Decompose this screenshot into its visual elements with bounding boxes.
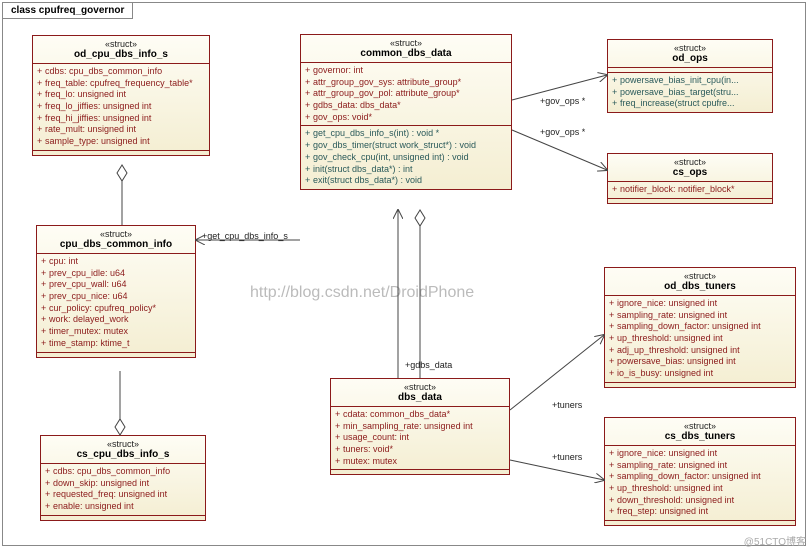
class-header: «struct» od_ops [608,40,772,68]
edge-label-tuners-2: +tuners [552,452,582,462]
edge-label-gdbs-data: +gdbs_data [405,360,452,370]
edge-label-tuners-1: +tuners [552,400,582,410]
class-cs-cpu-dbs-info-s: «struct» cs_cpu_dbs_info_s +cdbs: cpu_db… [40,435,206,521]
edge-label-gov-ops-2: +gov_ops * [540,127,585,137]
frame-title: class cpufreq_governor [3,3,133,19]
method-section: +powersave_bias_init_cpu(in... +powersav… [608,73,772,112]
edge-label-gov-ops-1: +gov_ops * [540,96,585,106]
attr-section: +cdata: common_dbs_data* +min_sampling_r… [331,407,509,470]
class-header: «struct» cs_ops [608,154,772,182]
attr-section: +ignore_nice: unsigned int +sampling_rat… [605,296,795,383]
class-od-cpu-dbs-info-s: «struct» od_cpu_dbs_info_s +cdbs: cpu_db… [32,35,210,156]
class-od-dbs-tuners: «struct» od_dbs_tuners +ignore_nice: uns… [604,267,796,388]
edge-label-get-cpu-dbs-info-s: +get_cpu_dbs_info_s [202,231,288,241]
class-header: «struct» dbs_data [331,379,509,407]
class-header: «struct» common_dbs_data [301,35,511,63]
class-cpu-dbs-common-info: «struct» cpu_dbs_common_info +cpu: int +… [36,225,196,358]
method-section: +get_cpu_dbs_info_s(int) : void * +gov_d… [301,126,511,188]
class-od-ops: «struct» od_ops +powersave_bias_init_cpu… [607,39,773,113]
attr-section: +cdbs: cpu_dbs_common_info +freq_table: … [33,64,209,151]
attr-section: +notifier_block: notifier_block* [608,182,772,199]
class-header: «struct» od_dbs_tuners [605,268,795,296]
attr-section: +cpu: int +prev_cpu_idle: u64 +prev_cpu_… [37,254,195,353]
attr-section: +governor: int +attr_group_gov_sys: attr… [301,63,511,126]
class-dbs-data: «struct» dbs_data +cdata: common_dbs_dat… [330,378,510,475]
class-cs-dbs-tuners: «struct» cs_dbs_tuners +ignore_nice: uns… [604,417,796,526]
class-header: «struct» cs_dbs_tuners [605,418,795,446]
class-header: «struct» cs_cpu_dbs_info_s [41,436,205,464]
corner-watermark: @51CTO博客 [744,533,806,548]
attr-section: +cdbs: cpu_dbs_common_info +down_skip: u… [41,464,205,516]
attr-section: +ignore_nice: unsigned int +sampling_rat… [605,446,795,521]
class-header: «struct» od_cpu_dbs_info_s [33,36,209,64]
class-common-dbs-data: «struct» common_dbs_data +governor: int … [300,34,512,190]
class-cs-ops: «struct» cs_ops +notifier_block: notifie… [607,153,773,204]
class-header: «struct» cpu_dbs_common_info [37,226,195,254]
